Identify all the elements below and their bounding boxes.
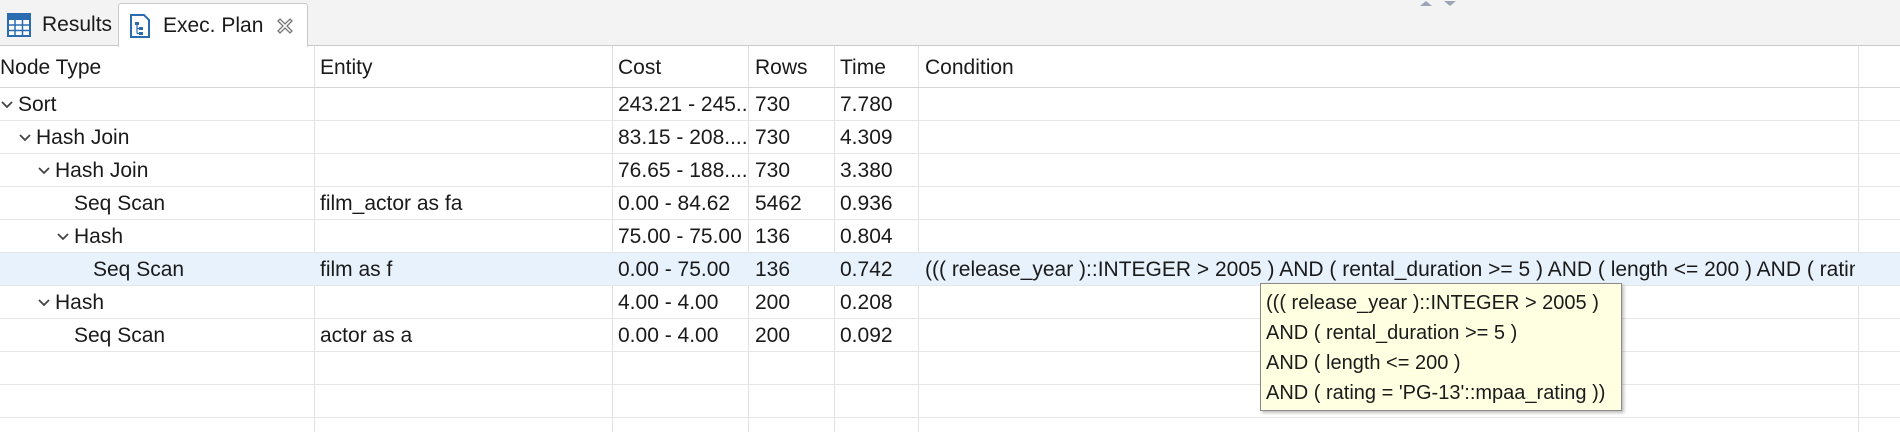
- node-type-cell: Hash Join: [37, 154, 312, 187]
- node-type-label: Hash: [55, 291, 105, 314]
- cost-cell: 75.00 - 75.00: [618, 225, 742, 248]
- condition-cell: [925, 154, 1855, 187]
- table-row[interactable]: Hash Join 76.65 - 188.... 730 3.380: [0, 154, 1900, 187]
- node-type-cell: Seq Scan: [93, 253, 312, 286]
- tab-results[interactable]: Results: [0, 3, 116, 46]
- cost-cell: 76.65 - 188....: [618, 159, 746, 182]
- entity-cell: [320, 121, 610, 154]
- tooltip-line: AND ( rating = 'PG-13'::mpaa_rating )): [1266, 382, 1606, 404]
- column-header-condition[interactable]: Condition: [925, 46, 1014, 88]
- node-type-cell: Seq Scan: [74, 319, 312, 352]
- table-row[interactable]: Hash Join 83.15 - 208.... 730 4.309: [0, 121, 1900, 154]
- entity-cell: actor as a: [320, 324, 413, 347]
- time-cell: 0.804: [840, 225, 893, 248]
- node-type-label: Seq Scan: [93, 258, 185, 281]
- node-type-label: Seq Scan: [74, 324, 166, 347]
- node-type-label: Hash Join: [55, 159, 149, 182]
- chevron-down-icon[interactable]: [18, 131, 32, 145]
- node-type-label: Hash: [74, 225, 124, 248]
- time-cell: 3.380: [840, 159, 893, 182]
- rows-cell: 730: [755, 93, 791, 116]
- cost-cell: 83.15 - 208....: [618, 126, 746, 149]
- column-header-cost[interactable]: Cost: [618, 46, 661, 88]
- cost-cell: 243.21 - 245....: [618, 93, 746, 116]
- condition-cell: [925, 121, 1855, 154]
- condition-tooltip: ((( release_year )::INTEGER > 2005 ) AND…: [1260, 283, 1622, 411]
- view-menu-icon[interactable]: [1418, 0, 1458, 6]
- node-type-label: Hash Join: [36, 126, 130, 149]
- time-cell: 0.742: [840, 258, 893, 281]
- table-header: Node Type Entity Cost Rows Time Conditio…: [0, 46, 1900, 88]
- tooltip-line: AND ( rental_duration >= 5 ): [1266, 322, 1518, 344]
- rows-cell: 136: [755, 258, 791, 281]
- chevron-down-icon[interactable]: [37, 296, 51, 310]
- rows-cell: 730: [755, 159, 791, 182]
- time-cell: 0.208: [840, 291, 893, 314]
- node-type-cell: Hash: [37, 286, 312, 319]
- exec-plan-icon: [130, 13, 150, 38]
- condition-cell: [925, 88, 1855, 121]
- cost-cell: 0.00 - 4.00: [618, 324, 719, 347]
- table-row[interactable]: Hash 75.00 - 75.00 136 0.804: [0, 220, 1900, 253]
- time-cell: 7.780: [840, 93, 893, 116]
- tooltip-line: ((( release_year )::INTEGER > 2005 ): [1266, 292, 1599, 314]
- entity-cell: film_actor as fa: [320, 192, 463, 215]
- time-cell: 0.092: [840, 324, 893, 347]
- table-row[interactable]: Seq Scan film_actor as fa 0.00 - 84.62 5…: [0, 187, 1900, 220]
- node-type-cell: Sort: [0, 88, 312, 121]
- entity-cell: [320, 88, 610, 121]
- entity-cell: [320, 286, 610, 319]
- tab-results-label: Results: [42, 12, 113, 36]
- rows-cell: 5462: [755, 192, 802, 215]
- time-cell: 0.936: [840, 192, 893, 215]
- chevron-down-icon[interactable]: [0, 98, 14, 112]
- tab-exec-plan[interactable]: Exec. Plan: [118, 3, 308, 47]
- rows-cell: 200: [755, 291, 791, 314]
- table-row-selected[interactable]: Seq Scan film as f 0.00 - 75.00 136 0.74…: [0, 253, 1900, 286]
- tooltip-line: AND ( length <= 200 ): [1266, 352, 1461, 374]
- cost-cell: 4.00 - 4.00: [618, 291, 719, 314]
- cost-cell: 0.00 - 75.00: [618, 258, 731, 281]
- table-row[interactable]: Sort 243.21 - 245.... 730 7.780: [0, 88, 1900, 121]
- cost-cell: 0.00 - 84.62: [618, 192, 731, 215]
- condition-cell: ((( release_year )::INTEGER > 2005 ) AND…: [925, 258, 1855, 281]
- entity-cell: film as f: [320, 258, 393, 281]
- rows-cell: 730: [755, 126, 791, 149]
- chevron-down-icon[interactable]: [56, 230, 70, 244]
- column-header-rows[interactable]: Rows: [755, 46, 808, 88]
- node-type-cell: Seq Scan: [74, 187, 312, 220]
- grid-table-icon: [7, 12, 31, 37]
- column-header-time[interactable]: Time: [840, 46, 886, 88]
- node-type-label: Sort: [18, 93, 57, 116]
- rows-cell: 136: [755, 225, 791, 248]
- column-header-node-type[interactable]: Node Type: [0, 46, 101, 88]
- chevron-down-icon[interactable]: [37, 164, 51, 178]
- node-type-cell: Hash: [56, 220, 312, 253]
- time-cell: 4.309: [840, 126, 893, 149]
- tab-bar: Results Exec. Plan: [0, 0, 1900, 47]
- entity-cell: [320, 220, 610, 253]
- node-type-cell: Hash Join: [18, 121, 312, 154]
- rows-cell: 200: [755, 324, 791, 347]
- column-header-entity[interactable]: Entity: [320, 46, 373, 88]
- tab-exec-plan-label: Exec. Plan: [163, 13, 264, 37]
- node-type-label: Seq Scan: [74, 192, 166, 215]
- entity-cell: [320, 154, 610, 187]
- condition-cell: [925, 220, 1855, 253]
- close-icon[interactable]: [275, 16, 295, 36]
- condition-cell: [925, 187, 1855, 220]
